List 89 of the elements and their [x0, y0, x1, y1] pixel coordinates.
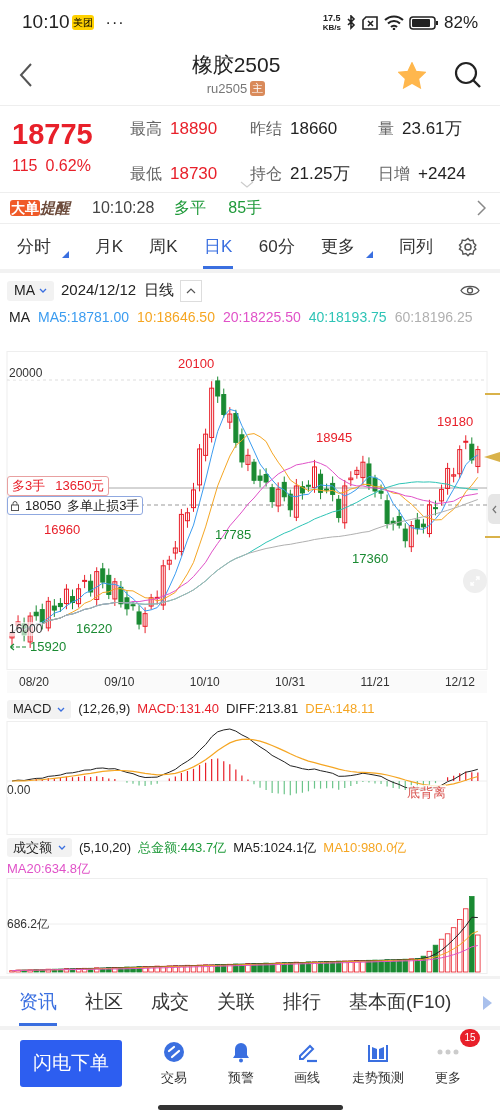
- period-tab[interactable]: 60分: [257, 224, 296, 269]
- stat-value: 18660: [290, 118, 338, 141]
- period-tab[interactable]: 分时: [16, 224, 52, 269]
- ma-legend-value: 10:18646.50: [137, 308, 215, 327]
- price-change: 115: [12, 156, 38, 176]
- price-extreme-label: 15920: [30, 639, 67, 654]
- stat-label: 昨结: [250, 119, 282, 139]
- toolbar-button[interactable]: 预警: [218, 1039, 263, 1087]
- price-extreme-label: 20100: [178, 356, 215, 371]
- price-change-percent: 0.62%: [45, 156, 91, 176]
- stat-label: 日增: [378, 163, 410, 184]
- toolbar-button[interactable]: 交易: [152, 1039, 196, 1087]
- more-dots: ···: [105, 12, 125, 33]
- order-time: 10:10:28: [92, 198, 155, 218]
- info-tab[interactable]: 基本面(F10): [349, 979, 452, 1026]
- indicator-dropdown[interactable]: MA: [7, 280, 54, 301]
- date-axis-label: 09/10: [104, 674, 135, 691]
- indicator-dropdown[interactable]: MACD: [7, 699, 72, 719]
- price-extreme-label: 19180: [437, 414, 474, 429]
- date-axis-label: 11/21: [360, 674, 390, 691]
- stat-value: 23.61万: [402, 118, 462, 141]
- axis-label: 20000: [9, 366, 43, 380]
- info-tab[interactable]: 成交: [151, 979, 189, 1026]
- indicator-params: (12,26,9): [78, 700, 131, 719]
- info-tab[interactable]: 关联: [217, 979, 255, 1026]
- axis-label: 16000: [9, 622, 43, 636]
- chart-period: 日线: [144, 280, 175, 301]
- main-contract-tag: 主: [250, 81, 266, 96]
- stat-label: 持仓: [250, 163, 282, 184]
- order-action: 多平: [174, 198, 207, 218]
- app-notification-icon: 美团: [71, 15, 94, 30]
- ma-legend-value: 60:18196.25: [394, 308, 473, 327]
- divergence-label: 底背离: [407, 785, 446, 800]
- flash-order-button[interactable]: 闪电下单: [20, 1039, 122, 1087]
- clock-time: 10:10: [22, 10, 70, 35]
- indicator-value: MA20:634.8亿: [7, 859, 91, 878]
- period-tab[interactable]: 更多: [319, 224, 356, 269]
- big-order-badge: 大单: [10, 200, 40, 216]
- indicator-value: DIFF:213.81: [226, 700, 299, 719]
- alert-label: 提醒: [40, 197, 70, 218]
- indicator-value: MA10:980.0亿: [323, 839, 407, 857]
- stat-label: 最高: [130, 119, 162, 139]
- network-unit: KB/s: [322, 22, 341, 32]
- order-volume: 85手: [228, 198, 263, 218]
- price-extreme-label: 17785: [215, 527, 252, 542]
- order-side: 多3手: [12, 477, 46, 496]
- period-tab[interactable]: 同列: [397, 224, 434, 269]
- stat-label: 最低: [130, 163, 162, 184]
- info-tab[interactable]: 排行: [283, 979, 321, 1026]
- battery-percent: 82%: [443, 11, 478, 34]
- toolbar-button[interactable]: 画线: [285, 1039, 329, 1087]
- stat-value: 18730: [170, 162, 218, 185]
- price-extreme-label: 17360: [352, 551, 389, 566]
- ma-legend-value: MA: [9, 308, 30, 327]
- indicator-value: MACD:131.40: [137, 700, 219, 719]
- ma-legend-value: 40:18193.75: [308, 308, 387, 327]
- indicator-dropdown[interactable]: 成交额: [7, 838, 72, 858]
- order-price: 18050: [25, 496, 62, 515]
- stat-value: +2424: [418, 162, 466, 185]
- price-extreme-label: 18945: [316, 430, 353, 445]
- notification-badge: 15: [460, 1029, 480, 1047]
- network-speed: 17.5: [323, 13, 341, 23]
- chart-date: 2024/12/12: [61, 280, 137, 301]
- indicator-value: MA5:1024.1亿: [233, 839, 317, 857]
- indicator-value: DEA:148.11: [305, 700, 375, 719]
- date-axis-label: 10/10: [189, 674, 220, 691]
- order-side: 多单止损3手: [67, 496, 140, 515]
- ma-legend-value: MA5:18781.00: [38, 308, 130, 327]
- axis-label: 0.00: [7, 783, 31, 797]
- toolbar-button[interactable]: 走势预测: [351, 1039, 404, 1087]
- stat-label: 量: [378, 119, 394, 139]
- contract-code: ru2505: [206, 79, 248, 98]
- last-price: 18775: [12, 117, 94, 152]
- indicator-value: 总金额:443.7亿: [138, 839, 227, 857]
- price-extreme-label: 16220: [76, 621, 113, 636]
- stat-value: 18890: [170, 118, 218, 141]
- axis-label: 686.2亿: [7, 917, 50, 931]
- stat-value: 21.25万: [290, 162, 350, 185]
- period-tab[interactable]: 月K: [93, 224, 124, 269]
- indicator-params: (5,10,20): [79, 839, 132, 857]
- ma-legend-value: 20:18225.50: [222, 308, 301, 327]
- order-price: 13650元: [55, 477, 105, 496]
- price-extreme-label: 16960: [44, 522, 81, 537]
- date-axis-label: 10/31: [275, 674, 306, 691]
- info-tab[interactable]: 社区: [85, 979, 123, 1026]
- period-tab[interactable]: 周K: [148, 224, 179, 269]
- date-axis-label: 08/20: [19, 674, 50, 691]
- page-title: 橡胶2505: [191, 51, 281, 78]
- date-axis-label: 12/12: [444, 674, 475, 691]
